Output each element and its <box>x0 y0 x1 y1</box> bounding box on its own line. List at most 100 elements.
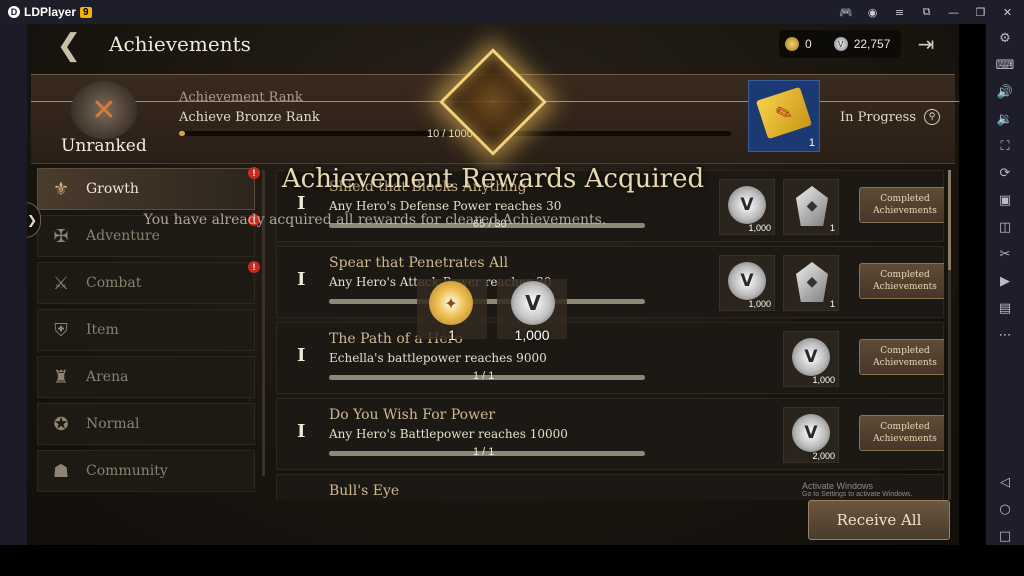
reward-qty: 1,000 <box>748 299 771 309</box>
back-button[interactable]: ❮ <box>49 28 89 63</box>
screen-icon[interactable]: ⧉ <box>920 5 933 19</box>
achievement-row: I The Path of a Hero Echella's battlepow… <box>276 322 944 394</box>
volume-up-icon[interactable]: 🔊 <box>996 84 1014 101</box>
activate-windows-watermark: Activate Windows Go to Settings to activ… <box>802 481 913 498</box>
reward-qty: 1 <box>829 299 835 309</box>
rank-description: Achieve Bronze Rank <box>179 110 320 125</box>
achievement-row: I Do You Wish For Power Any Hero's Battl… <box>276 398 944 470</box>
minimize-icon[interactable]: — <box>947 6 960 19</box>
more-icon[interactable]: ⋯ <box>996 327 1014 344</box>
receive-all-button[interactable]: Receive All <box>808 500 950 540</box>
combat-icon: ⚔ <box>52 272 70 294</box>
menu-icon[interactable]: ≡ <box>893 6 906 19</box>
screenshot-icon[interactable]: ▣ <box>996 192 1014 209</box>
gold-coin-icon <box>785 37 799 51</box>
book-icon: ✎ <box>755 86 813 140</box>
silver-amount: 22,757 <box>853 37 891 51</box>
volume-down-icon[interactable]: 🔉 <box>996 111 1014 128</box>
achievement-rank: I <box>297 269 306 290</box>
community-icon: ☗ <box>52 460 70 482</box>
account-icon[interactable]: ◉ <box>866 6 879 19</box>
emulator-bottom-bar <box>0 545 1024 576</box>
achievement-description: Any Hero's Defense Power reaches 30 <box>329 199 562 213</box>
home-nav-icon[interactable]: ○ <box>996 501 1014 518</box>
rewards-acquired-title: Achievement Rewards Acquired <box>281 164 705 194</box>
silver-coin-icon: V <box>728 262 766 300</box>
rank-status-label: In Progress <box>840 109 917 125</box>
fullscreen-icon[interactable]: ⛶ <box>996 138 1014 155</box>
reward-silver-coin[interactable]: V 2,000 <box>783 407 839 463</box>
completed-achievements-button[interactable]: Completed Achievements <box>859 263 944 299</box>
reward-stone[interactable]: ◆ 1 <box>783 255 839 311</box>
achievement-rank: I <box>297 421 306 442</box>
rank-emblem-icon: ✕ <box>71 81 137 139</box>
category-label: Item <box>86 322 119 338</box>
category-arena[interactable]: ♜ Arena <box>37 356 255 398</box>
rewards-acquired-subtitle: You have already acquired all rewards fo… <box>143 212 607 228</box>
exit-button[interactable]: ⇥ <box>913 31 939 57</box>
emulator-window-controls: 🎮 ◉ ≡ ⧉ — ❐ ✕ <box>839 0 1014 24</box>
watermark-line: Go to Settings to activate Windows. <box>802 491 913 498</box>
magnify-icon[interactable]: ⚲ <box>924 109 941 125</box>
silver-coin-icon: V <box>511 281 555 325</box>
category-normal[interactable]: ✪ Normal <box>37 403 255 445</box>
medal-icon: ✪ <box>53 413 69 435</box>
rank-reward-item[interactable]: ✎ 1 <box>748 80 820 152</box>
silver-coin-icon: V <box>792 414 830 452</box>
emulator-logo: D LDPlayer 9 <box>8 5 92 19</box>
alert-badge-icon: ! <box>248 261 260 273</box>
emulator-titlebar: D LDPlayer 9 🎮 ◉ ≡ ⧉ — ❐ ✕ <box>0 0 1024 24</box>
achievement-scrollbar[interactable] <box>948 170 951 500</box>
gold-amount: 0 <box>805 37 812 51</box>
game-screen: ❮ Achievements 0 V 22,757 ⇥ ✕ Unranked A… <box>27 24 959 545</box>
acquired-qty: 1 <box>448 327 456 343</box>
rank-status[interactable]: In Progress ⚲ <box>840 109 941 125</box>
recents-nav-icon[interactable]: □ <box>996 528 1014 545</box>
achievement-title: Spear that Penetrates All <box>329 255 509 271</box>
reward-silver-coin[interactable]: V 1,000 <box>719 255 775 311</box>
achievement-rank: I <box>297 193 306 214</box>
stone-icon: ◆ <box>796 262 828 302</box>
silver-coin-icon: V <box>792 338 830 376</box>
reward-silver-coin[interactable]: V 1,000 <box>783 331 839 387</box>
category-label: Arena <box>86 369 129 385</box>
completed-achievements-button[interactable]: Completed Achievements <box>859 415 944 451</box>
page-title: Achievements <box>109 32 251 56</box>
record-icon[interactable]: ▶ <box>996 273 1014 290</box>
watermark-line: Activate Windows <box>802 481 874 491</box>
achievement-rank: I <box>297 345 306 366</box>
scissors-icon[interactable]: ✂ <box>996 246 1014 263</box>
completed-achievements-button[interactable]: Completed Achievements <box>859 339 944 375</box>
restore-icon[interactable]: ❐ <box>974 6 987 19</box>
close-icon[interactable]: ✕ <box>1001 6 1014 19</box>
arena-icon: ♜ <box>52 366 70 388</box>
achievement-description: Any Hero's Battlepower reaches 10000 <box>329 427 568 441</box>
emulator-app-name: LDPlayer <box>24 5 77 19</box>
apk-icon[interactable]: ▤ <box>996 300 1014 317</box>
settings-icon[interactable]: ⚙ <box>996 30 1014 47</box>
category-label: Community <box>86 463 168 479</box>
achievement-title: Do You Wish For Power <box>329 407 496 423</box>
achievement-title: Bull's Eye <box>329 483 400 499</box>
emulator-version-badge: 9 <box>80 6 92 18</box>
category-label: Adventure <box>86 228 160 244</box>
rank-progress-text: 10 / 1000 <box>427 128 473 140</box>
acquired-qty: 1,000 <box>514 327 550 343</box>
acquired-silver-coin: V 1,000 <box>497 279 567 343</box>
rank-reward-qty: 1 <box>808 137 815 149</box>
gamepad-icon[interactable]: 🎮 <box>839 6 853 19</box>
keyboard-icon[interactable]: ⌨ <box>996 57 1015 74</box>
rotate-icon[interactable]: ⟳ <box>996 165 1014 182</box>
achievement-row: I Spear that Penetrates All Any Hero's A… <box>276 246 944 318</box>
back-nav-icon[interactable]: ◁ <box>996 474 1014 491</box>
fps-icon[interactable]: ◫ <box>996 219 1014 236</box>
rank-name: Unranked <box>61 136 147 156</box>
category-combat[interactable]: ⚔ Combat ! <box>37 261 260 304</box>
sidebar-spacer <box>996 354 1014 464</box>
ldplayer-logo-icon: D <box>8 6 20 18</box>
achievement-progress-text: 1 / 1 <box>473 446 495 458</box>
reward-qty: 1,000 <box>812 375 835 385</box>
category-item[interactable]: ⛨ Item <box>37 309 255 351</box>
category-community[interactable]: ☗ Community <box>37 450 255 492</box>
rank-progress-fill <box>179 131 185 136</box>
